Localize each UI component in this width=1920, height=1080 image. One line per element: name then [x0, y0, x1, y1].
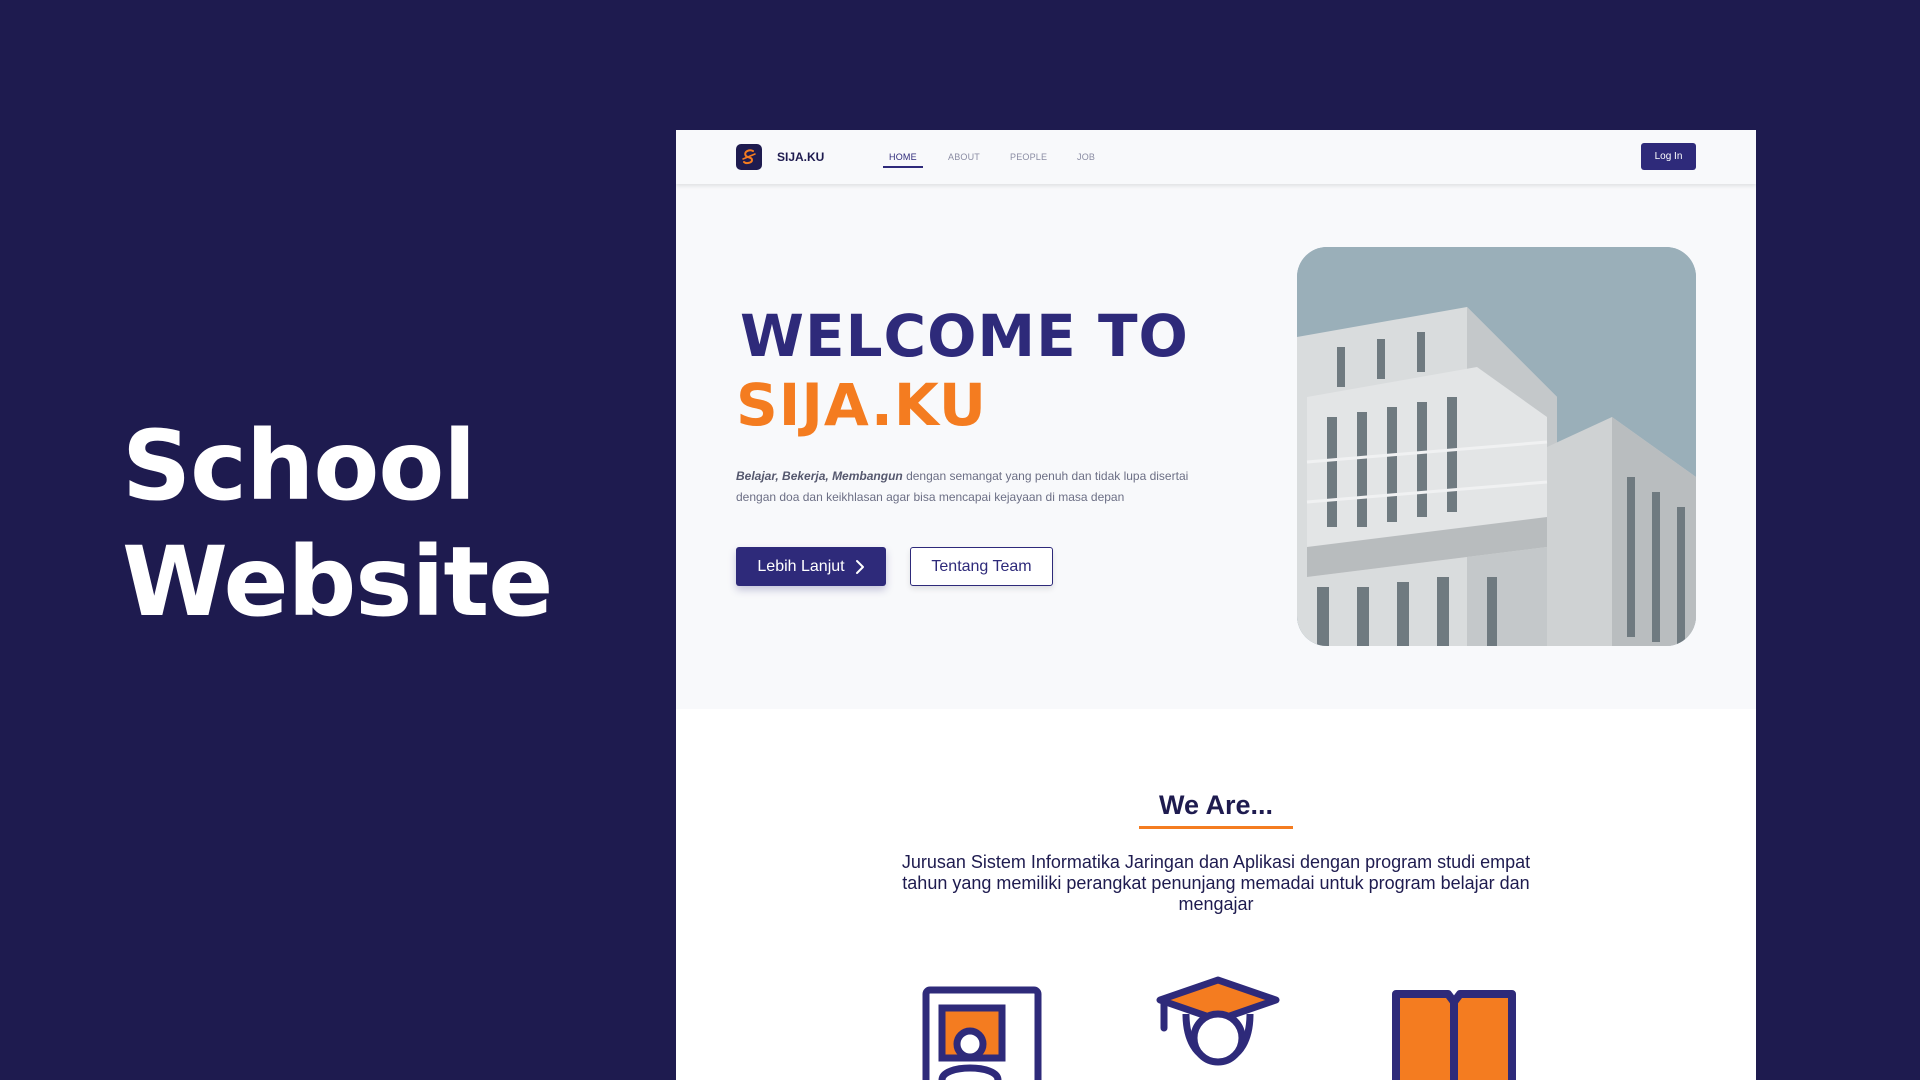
book-icon	[1388, 986, 1520, 1080]
nav-people[interactable]: PEOPLE	[1010, 152, 1047, 162]
hero-section: WELCOME TO SIJA.KU Belajar, Bekerja, Mem…	[676, 184, 1756, 709]
chevron-right-icon	[855, 559, 864, 574]
graduate-icon	[1156, 976, 1280, 1080]
nav-about[interactable]: ABOUT	[948, 152, 980, 162]
showcase-title-line2: Website	[122, 526, 553, 638]
brand-name[interactable]: SIJA.KU	[777, 150, 824, 164]
nav-job[interactable]: JOB	[1077, 152, 1095, 162]
more-button-label: Lebih Lanjut	[757, 557, 845, 575]
login-button[interactable]: Log In	[1641, 143, 1696, 170]
showcase-title: School Website	[122, 408, 553, 640]
more-button[interactable]: Lebih Lanjut	[736, 547, 886, 586]
team-button[interactable]: Tentang Team	[910, 547, 1053, 586]
nav-active-indicator	[883, 166, 923, 168]
hero-description: Belajar, Bekerja, Membangun dengan seman…	[736, 466, 1226, 508]
about-title: We Are...	[1158, 790, 1274, 820]
website-mockup: SIJA.KU HOME ABOUT PEOPLE JOB Log In WEL…	[676, 130, 1756, 1080]
hero-description-bold: Belajar, Bekerja, Membangun	[736, 469, 903, 483]
showcase-title-line1: School	[122, 410, 476, 522]
navbar: SIJA.KU HOME ABOUT PEOPLE JOB Log In	[676, 130, 1756, 184]
building-image	[1297, 247, 1696, 646]
logo-icon[interactable]	[736, 144, 762, 170]
hero-brand: SIJA.KU	[736, 371, 987, 439]
presentation-icon	[922, 986, 1042, 1080]
nav-home[interactable]: HOME	[889, 152, 917, 162]
about-title-underline	[1139, 826, 1293, 829]
about-description: Jurusan Sistem Informatika Jaringan dan …	[901, 852, 1531, 914]
hero-title: WELCOME TO	[740, 302, 1189, 370]
